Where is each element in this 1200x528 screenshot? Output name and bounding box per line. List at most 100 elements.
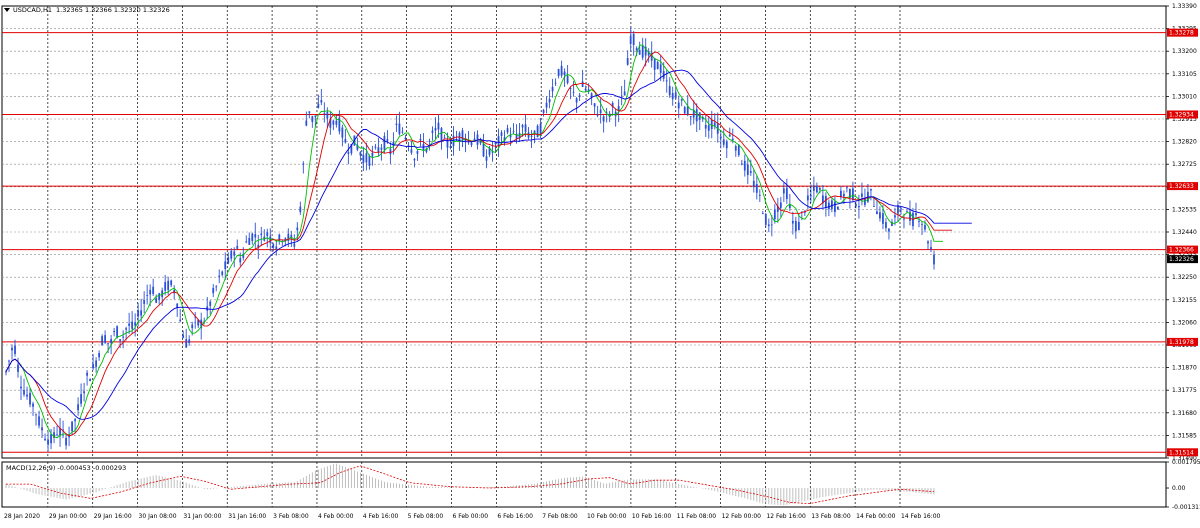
x-tick-label: 3 Feb 08:00 (273, 513, 309, 520)
x-tick-label: 5 Feb 08:00 (408, 513, 444, 520)
candle-body (227, 257, 230, 264)
y-tick-label: 1.32820 (1172, 139, 1197, 146)
candle-body (779, 202, 782, 208)
candle-body (536, 125, 539, 138)
y-tick-label: 1.33200 (1172, 48, 1197, 55)
candle-body (215, 286, 218, 288)
candle-body (224, 261, 227, 270)
candle-body (125, 328, 128, 330)
candle-body (722, 139, 725, 145)
candle-body (389, 149, 392, 155)
candle-body (599, 109, 602, 114)
y-tick-label: 1.32725 (1172, 161, 1197, 168)
candle-body (209, 301, 212, 307)
chart-background (0, 0, 1200, 524)
candle-body (927, 241, 929, 244)
candle-body (548, 99, 551, 103)
candle-body (626, 58, 629, 65)
candle-body (728, 134, 731, 137)
candle-body (695, 109, 698, 122)
candle-body (671, 93, 674, 100)
candle-body (233, 251, 236, 256)
candle-body (710, 120, 713, 130)
candle-body (146, 295, 149, 296)
x-tick-label: 30 Jan 08:00 (139, 513, 177, 520)
y-tick-label: 1.33390 (1172, 3, 1197, 10)
candle-body (719, 136, 722, 139)
candle-body (704, 124, 707, 129)
candle-body (308, 111, 311, 113)
candle-body (924, 225, 926, 230)
candle-body (419, 138, 422, 141)
x-tick-label: 12 Feb 00:00 (722, 513, 762, 520)
candle-body (560, 65, 563, 76)
candle-body (659, 64, 662, 73)
candle-body (380, 147, 383, 150)
candle-body (77, 404, 79, 411)
candle-body (818, 188, 821, 190)
candle-body (188, 339, 191, 344)
candle-body (734, 146, 737, 151)
candle-body (74, 419, 76, 422)
candle-body (293, 243, 296, 247)
candle-body (873, 206, 875, 207)
candle-body (341, 127, 344, 138)
candle-body (521, 125, 524, 128)
candle-body (320, 100, 323, 103)
candle-body (593, 103, 596, 107)
candle-body (861, 193, 863, 197)
candle-body (359, 152, 362, 156)
candle-body (164, 282, 167, 291)
candle-body (212, 288, 215, 294)
candle-body (512, 131, 515, 133)
candle-body (767, 224, 770, 226)
candle-body (731, 138, 734, 140)
candle-body (107, 343, 110, 345)
level-label: 1.31978 (1169, 339, 1194, 346)
candle-body (500, 132, 503, 136)
candle-body (434, 128, 437, 131)
candle-body (143, 300, 146, 304)
chart-svg[interactable]: 1.333901.332951.332001.331051.330101.329… (0, 0, 1200, 524)
candle-body (921, 224, 923, 225)
candle-body (894, 215, 896, 218)
current-price-label: 1.32326 (1169, 256, 1194, 263)
candle-body (824, 195, 827, 208)
y-tick-label: 1.31775 (1172, 387, 1197, 394)
trading-chart[interactable]: 1.333901.332951.332001.331051.330101.329… (0, 0, 1200, 524)
macd-tick-label: 0.00 (1172, 485, 1186, 492)
candle-body (44, 438, 46, 441)
candle-body (785, 187, 788, 199)
candle-body (933, 254, 935, 265)
candle-body (8, 360, 10, 362)
candle-body (413, 159, 416, 161)
candle-body (386, 139, 389, 142)
candle-body (371, 152, 374, 157)
candle-body (566, 75, 569, 84)
candle-body (119, 339, 122, 341)
candle-body (365, 153, 368, 163)
candle-body (47, 439, 49, 445)
candle-body (149, 289, 152, 295)
candle-body (707, 125, 710, 131)
candle-body (131, 321, 134, 329)
candle-body (836, 206, 839, 210)
candle-body (680, 99, 683, 101)
candle-body (443, 137, 446, 139)
candle-body (296, 227, 299, 231)
x-tick-label: 13 Feb 08:00 (811, 513, 851, 520)
candle-body (752, 180, 755, 187)
candle-body (323, 113, 326, 115)
x-tick-label: 29 Jan 00:00 (49, 513, 87, 520)
candle-body (557, 69, 560, 76)
candle-body (86, 372, 88, 376)
macd-tick-label: 0.001795 (1172, 459, 1200, 466)
candle-body (668, 86, 671, 96)
candle-body (239, 258, 242, 263)
candle-body (554, 82, 557, 84)
candle-body (50, 434, 52, 444)
candle-body (89, 379, 91, 382)
candle-body (401, 131, 404, 133)
y-tick-label: 1.33010 (1172, 93, 1197, 100)
candle-body (539, 123, 542, 135)
